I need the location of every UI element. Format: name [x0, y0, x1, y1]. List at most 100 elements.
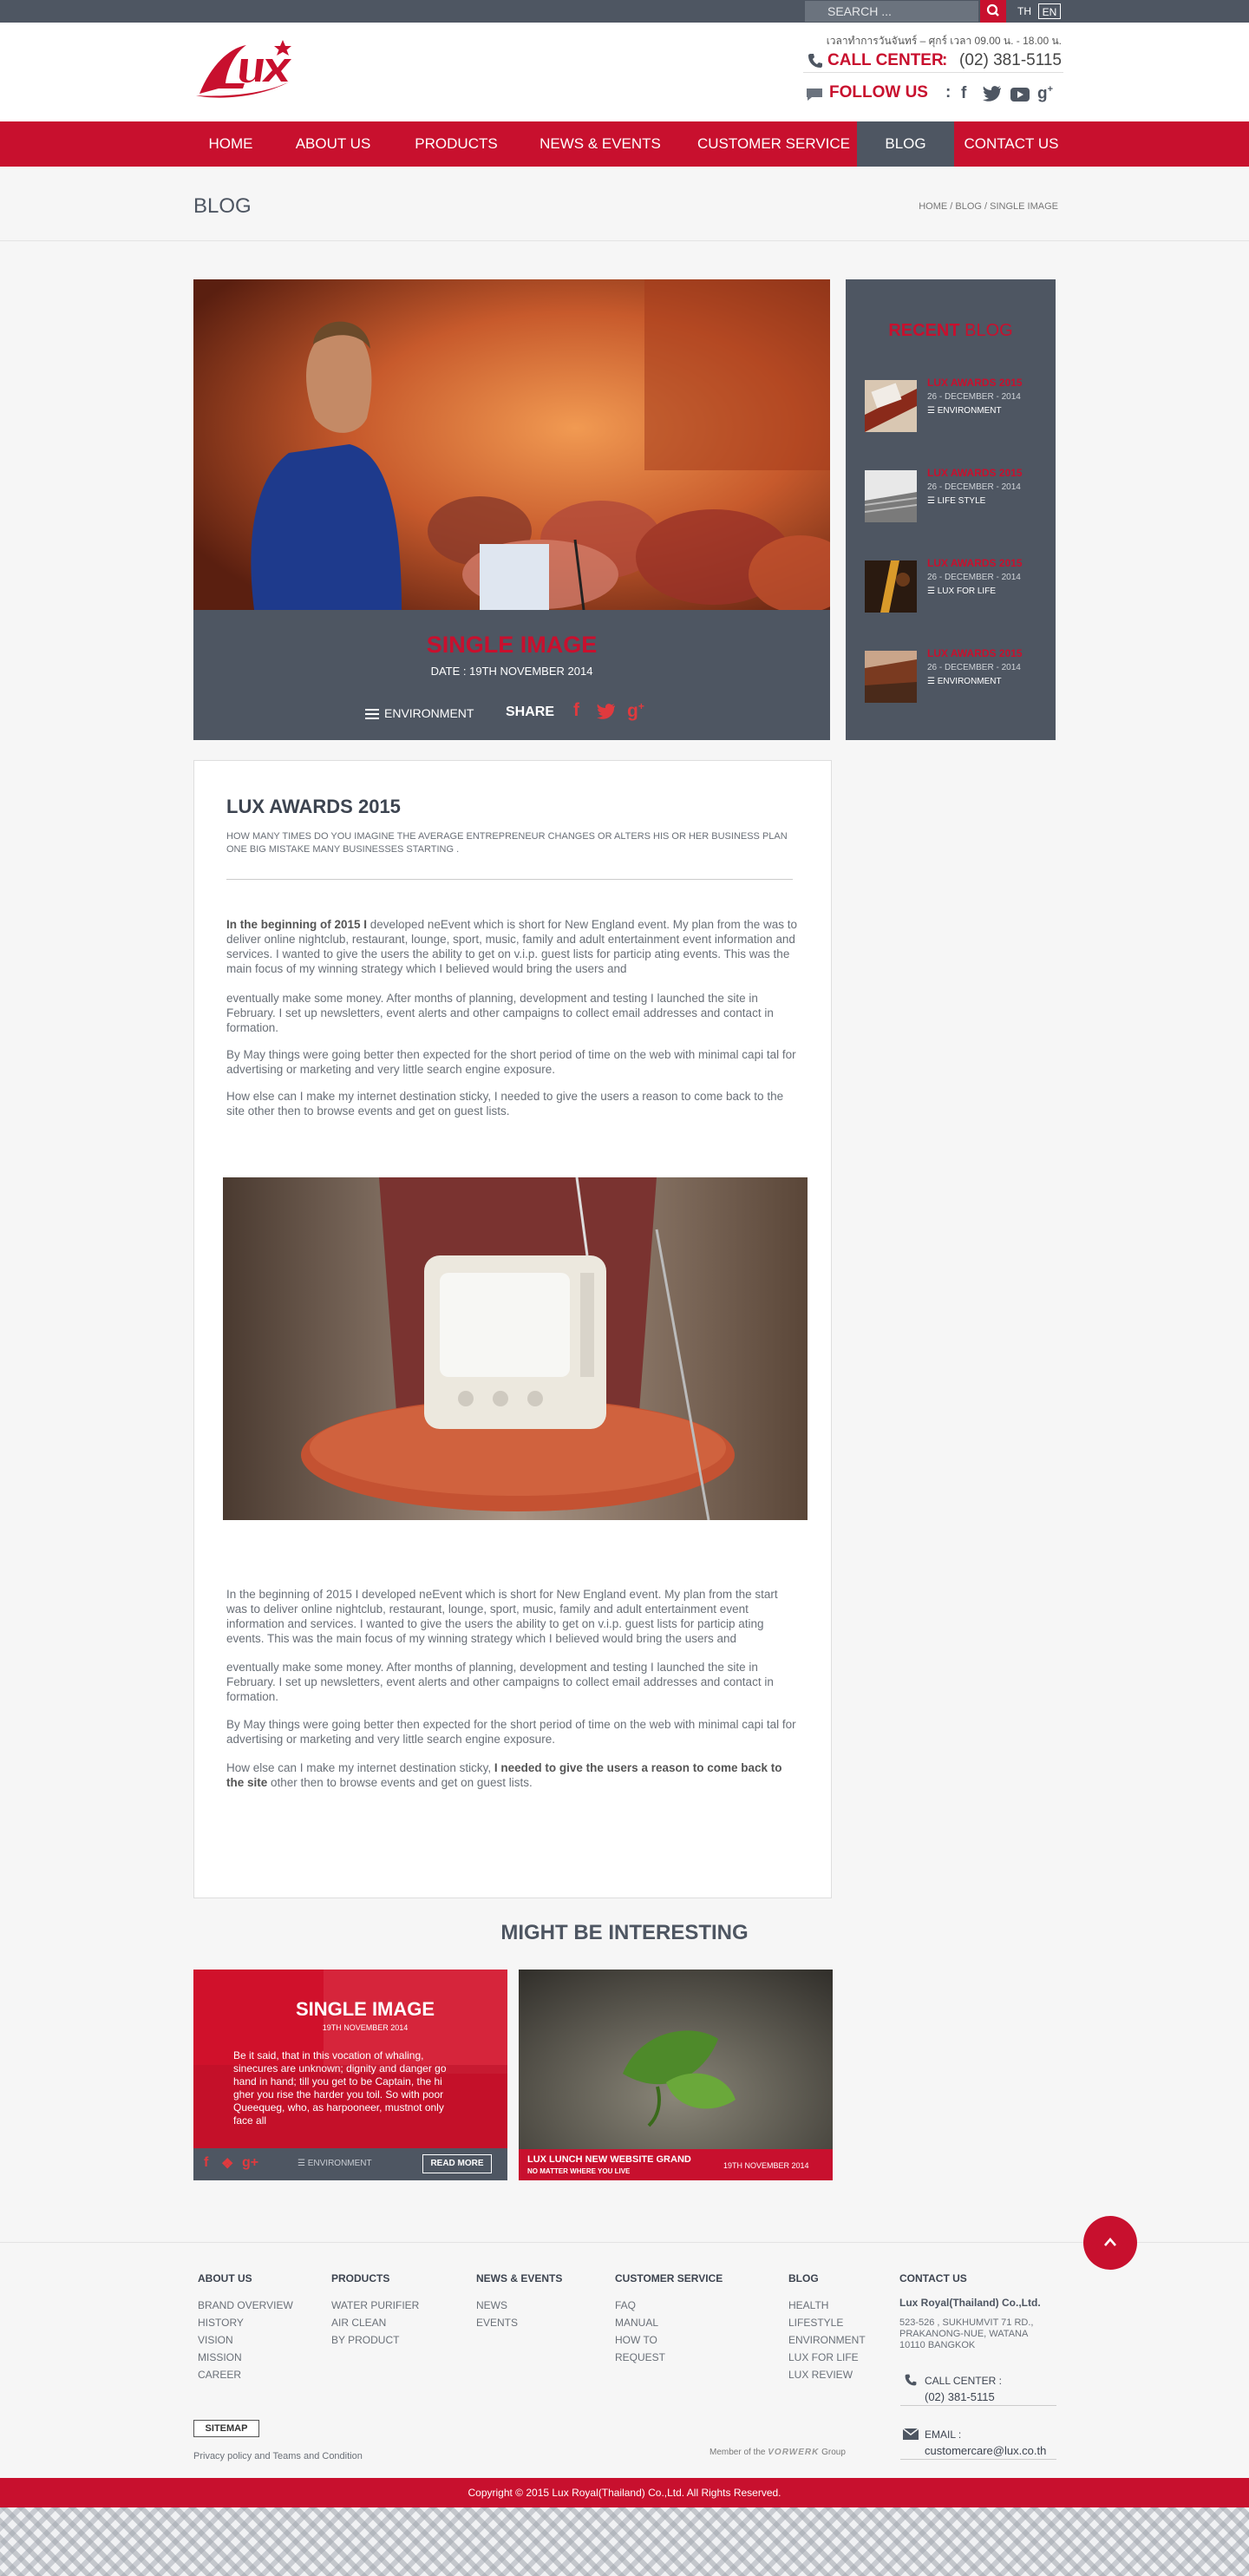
call-center-number[interactable]: (02) 381-5115 [959, 51, 1062, 70]
footer-link[interactable]: MISSION [198, 2349, 293, 2366]
follow-us-label: FOLLOW US [829, 83, 928, 102]
top-bar: SEARCH ... TH EN [0, 0, 1249, 23]
share-label: SHARE [506, 705, 555, 719]
footer-link[interactable]: LIFESTYLE [788, 2314, 866, 2331]
nav-news-events[interactable]: NEWS & EVENTS [527, 121, 673, 167]
follow-us: FOLLOW US : f g+ [803, 82, 1063, 108]
nav-home[interactable]: HOME [193, 121, 269, 167]
call-center-sep: : [942, 51, 948, 69]
footer-link[interactable]: LUX REVIEW [788, 2366, 866, 2383]
related-heading: MIGHT BE INTERESTING [500, 1921, 749, 1944]
main-nav: HOME ABOUT US PRODUCTS NEWS & EVENTS CUS… [0, 121, 1249, 167]
article-paragraph: How else can I make my internet destinat… [226, 1090, 784, 1118]
nav-blog[interactable]: BLOG [857, 121, 954, 167]
hero-date: DATE : 19TH NOVEMBER 2014 [430, 665, 593, 678]
footer-column: PRODUCTS WATER PURIFIER AIR CLEAN BY PRO… [331, 2272, 419, 2349]
related-card[interactable]: LUX LUNCH NEW WEBSITE GRAND NO MATTER WH… [519, 1970, 833, 2180]
related-card-excerpt: Be it said, that in this vocation of wha… [233, 2049, 447, 2127]
email-icon [903, 2429, 919, 2440]
footer-link[interactable]: HISTORY [198, 2314, 293, 2331]
search-input[interactable]: SEARCH ... [805, 1, 978, 22]
footer-link[interactable]: VISION [198, 2331, 293, 2349]
recent-blog-item-title: LUX AWARDS 2015 [927, 647, 1023, 659]
google-plus-icon[interactable]: g+ [1037, 84, 1053, 103]
site-footer: ABOUT US BRAND OVERVIEW HISTORY VISION M… [0, 2242, 1249, 2478]
back-to-top-button[interactable] [1083, 2216, 1137, 2270]
footer-link[interactable]: BRAND OVERVIEW [198, 2297, 293, 2314]
hero-title: SINGLE IMAGE [426, 632, 598, 658]
footer-heading: NEWS & EVENTS [476, 2272, 563, 2284]
sitemap-button[interactable]: SITEMAP [193, 2420, 259, 2437]
related-card-date: 19TH NOVEMBER 2014 [322, 2023, 409, 2032]
lux-logo[interactable] [193, 33, 297, 102]
search-button[interactable] [980, 0, 1006, 23]
footer-link[interactable]: REQUEST [615, 2349, 723, 2366]
twitter-icon[interactable] [982, 85, 1003, 102]
recent-blog-item[interactable]: LUX AWARDS 2015 26 - DECEMBER - 2014 ☰ L… [865, 557, 1047, 613]
hero-category[interactable]: ENVIRONMENT [365, 706, 474, 720]
google-plus-icon[interactable]: g+ [242, 2155, 258, 2171]
footer-link[interactable]: NEWS [476, 2297, 562, 2314]
recent-blog-item[interactable]: LUX AWARDS 2015 26 - DECEMBER - 2014 ☰ L… [865, 467, 1047, 522]
call-center[interactable]: CALL CENTER : (02) 381-5115 [803, 49, 1063, 73]
list-icon [365, 709, 379, 719]
privacy-link[interactable]: Privacy policy and Teams and Condition [193, 2451, 363, 2461]
footer-link[interactable]: FAQ [615, 2297, 723, 2314]
recent-blog-item[interactable]: LUX AWARDS 2015 26 - DECEMBER - 2014 ☰ E… [865, 647, 1047, 703]
facebook-icon[interactable]: f [204, 2155, 208, 2171]
footer-email[interactable]: EMAIL : customercare@lux.co.th [900, 2423, 1056, 2460]
nav-contact-us[interactable]: CONTACT US [954, 121, 1069, 167]
article-paragraph: In the beginning of 2015 I developed neE… [226, 918, 798, 975]
company-name: Lux Royal(Thailand) Co.,Ltd. [899, 2297, 1041, 2309]
twitter-icon[interactable]: ❖ [221, 2155, 233, 2173]
phone-icon [905, 2374, 917, 2386]
share-google-plus-icon[interactable]: g+ [627, 700, 644, 722]
facebook-icon[interactable]: f [961, 84, 966, 103]
lang-en-link[interactable]: EN [1038, 3, 1061, 19]
footer-link[interactable]: MANUAL [615, 2314, 723, 2331]
share-facebook-icon[interactable]: f [573, 700, 579, 721]
article-paragraph: How else can I make my internet destinat… [226, 1761, 782, 1789]
footer-link[interactable]: AIR CLEAN [331, 2314, 419, 2331]
copyright-bar: Copyright © 2015 Lux Royal(Thailand) Co.… [0, 2478, 1249, 2507]
footer-link[interactable]: HEALTH [788, 2297, 866, 2314]
nav-about-us[interactable]: ABOUT US [281, 121, 385, 167]
related-card-title: SINGLE IMAGE [295, 1998, 435, 2020]
read-more-button[interactable]: READ MORE [422, 2154, 492, 2173]
related-card-category: ☰ ENVIRONMENT [298, 2159, 372, 2168]
footer-call-center[interactable]: CALL CENTER : (02) 381-5115 [900, 2370, 1056, 2406]
footer-link[interactable]: WATER PURIFIER [331, 2297, 419, 2314]
hero-post: SINGLE IMAGE DATE : 19TH NOVEMBER 2014 E… [193, 279, 830, 740]
footer-heading: ABOUT US [198, 2272, 252, 2284]
page-title-band: BLOG HOME / BLOG / SINGLE IMAGE [0, 167, 1249, 241]
footer-column: BLOG HEALTH LIFESTYLE ENVIRONMENT LUX FO… [788, 2272, 866, 2383]
footer-link[interactable]: CAREER [198, 2366, 293, 2383]
recent-blog-item-title: LUX AWARDS 2015 [927, 467, 1023, 479]
recent-blog-thumb [865, 380, 917, 432]
nav-products[interactable]: PRODUCTS [404, 121, 508, 167]
business-hours: เวลาทำการวันจันทร์ – ศุกร์ เวลา 09.00 น.… [826, 35, 1062, 47]
article-paragraph: By May things were going better then exp… [226, 1718, 796, 1746]
article-image [223, 1177, 808, 1520]
footer-link[interactable]: BY PRODUCT [331, 2331, 419, 2349]
youtube-icon[interactable] [1010, 87, 1030, 102]
recent-blog-item[interactable]: LUX AWARDS 2015 26 - DECEMBER - 2014 ☰ E… [865, 377, 1047, 432]
recent-blog-item-category: ☰ ENVIRONMENT [927, 677, 1002, 686]
vorwerk-logo: VORWERK [768, 2448, 820, 2457]
share-twitter-icon[interactable] [596, 703, 617, 720]
footer-link[interactable]: HOW TO [615, 2331, 723, 2349]
recent-blog-item-date: 26 - DECEMBER - 2014 [927, 663, 1021, 672]
footer-link[interactable]: EVENTS [476, 2314, 562, 2331]
article-paragraph: eventually make some money. After months… [226, 1661, 774, 1703]
related-card[interactable]: SINGLE IMAGE 19TH NOVEMBER 2014 Be it sa… [193, 1970, 507, 2180]
footer-link[interactable]: LUX FOR LIFE [788, 2349, 866, 2366]
lang-th-link[interactable]: TH [1013, 3, 1036, 19]
footer-heading: CONTACT US [899, 2272, 967, 2284]
recent-blog-item-title: LUX AWARDS 2015 [927, 557, 1023, 569]
nav-customer-service[interactable]: CUSTOMER SERVICE [690, 121, 857, 167]
hero-image [193, 279, 830, 610]
footer-column: CUSTOMER SERVICE FAQ MANUAL HOW TO REQUE… [615, 2272, 723, 2366]
search-icon [986, 3, 999, 16]
footer-link[interactable]: ENVIRONMENT [788, 2331, 866, 2349]
breadcrumb[interactable]: HOME / BLOG / SINGLE IMAGE [867, 201, 1058, 212]
